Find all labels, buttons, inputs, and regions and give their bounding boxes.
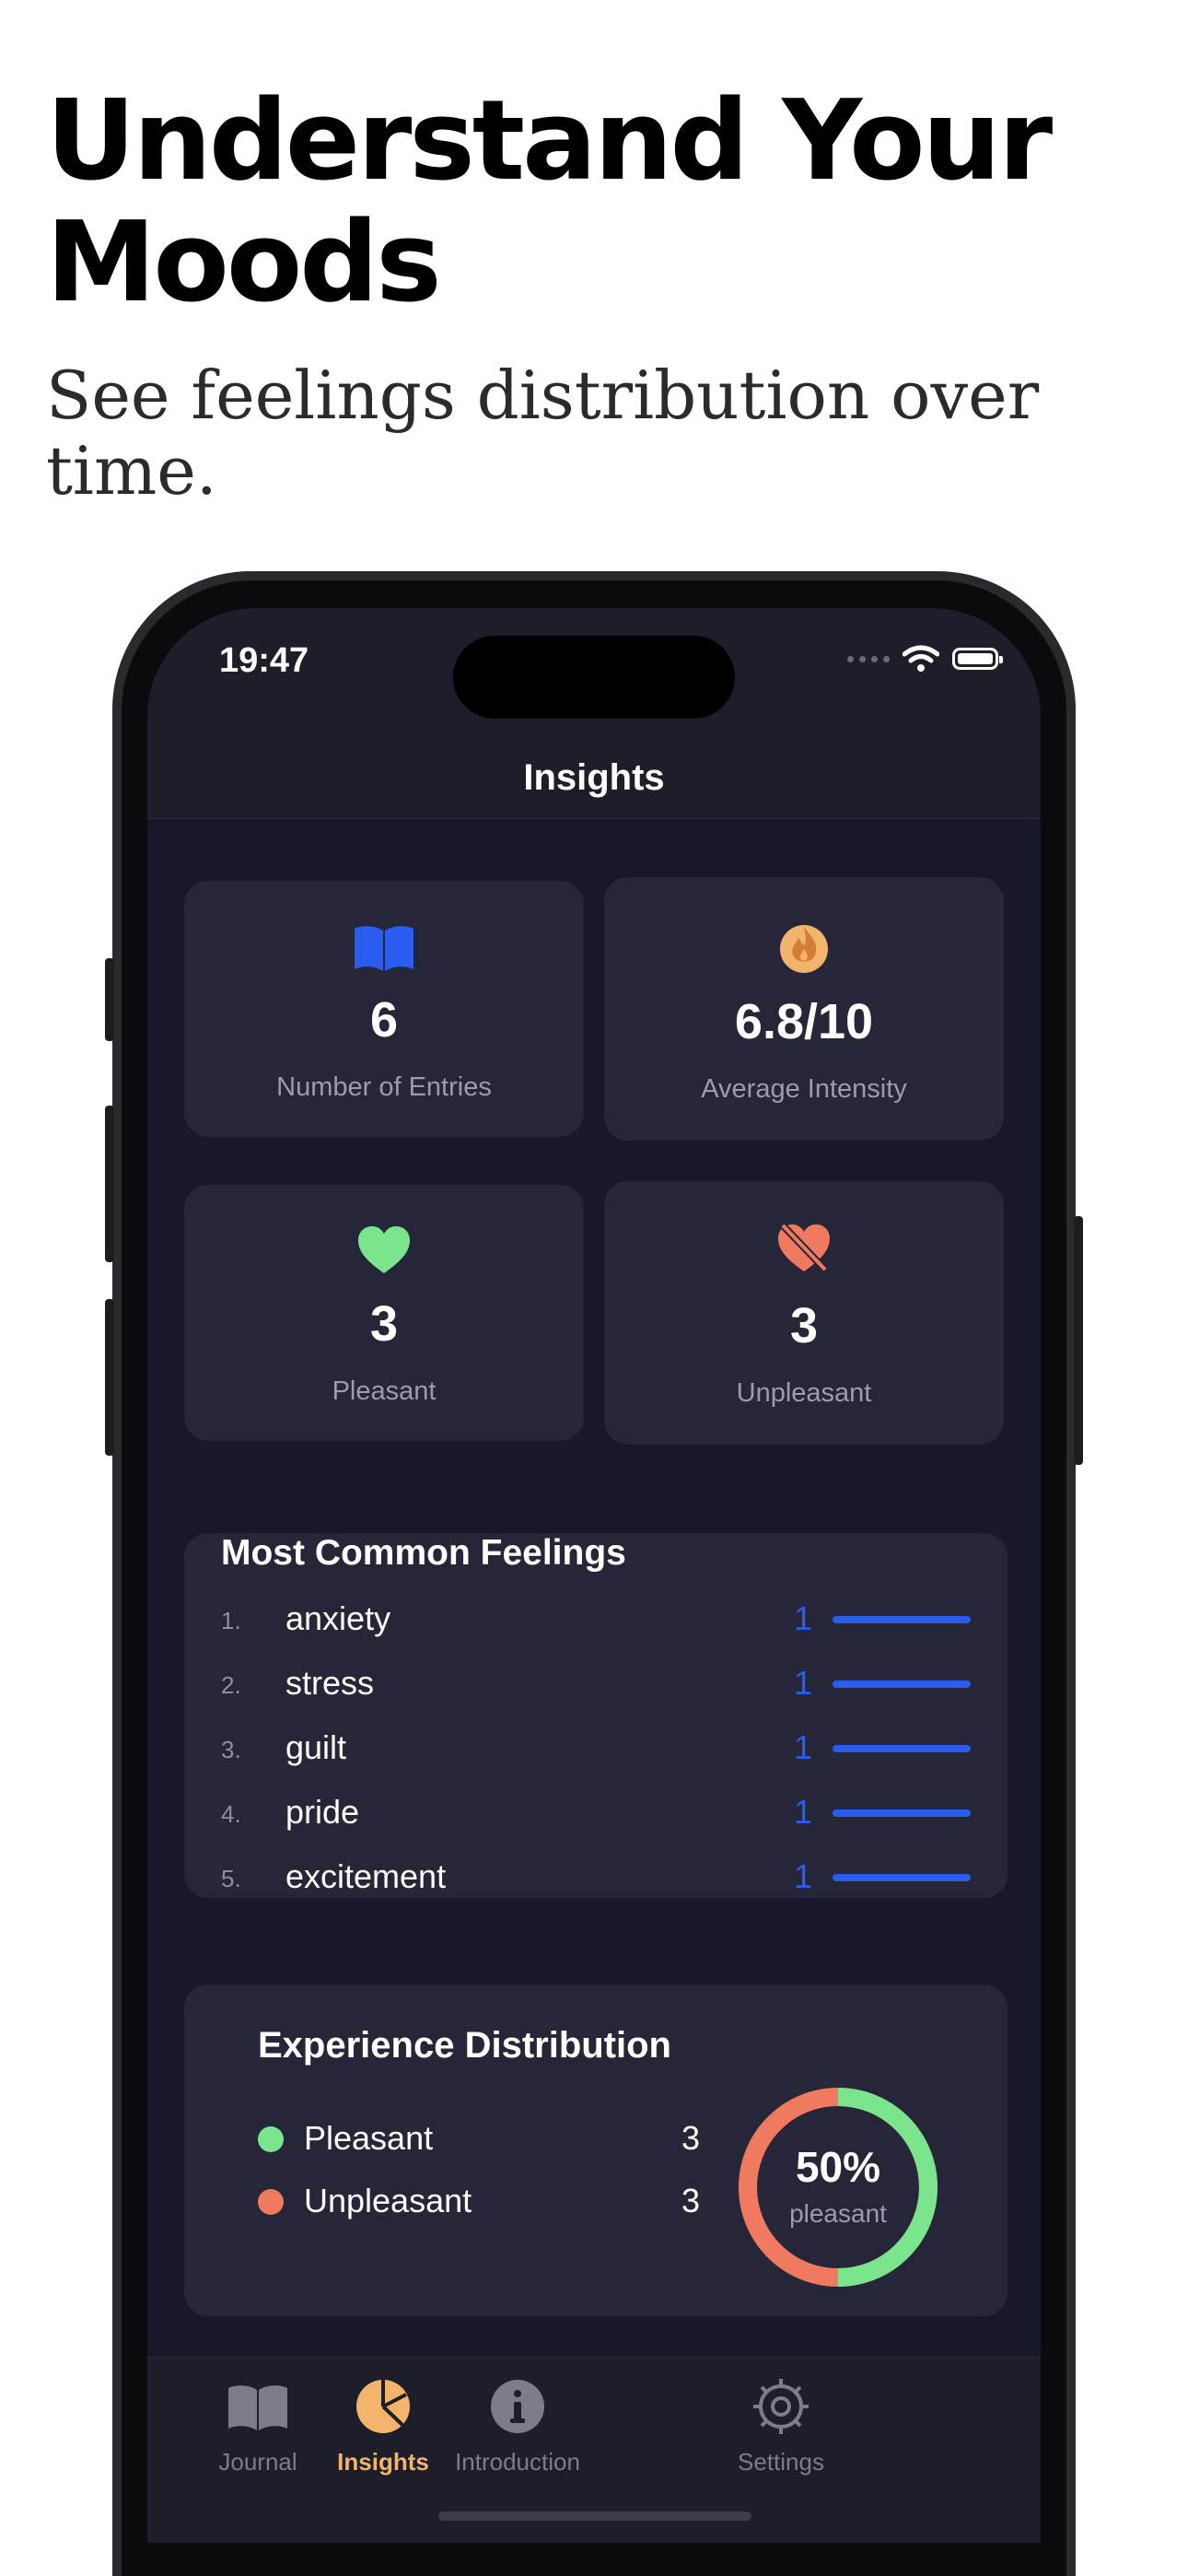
stat-card-entries: 6 Number of Entries: [184, 881, 584, 1137]
legend-dot: [258, 2126, 284, 2152]
feeling-rank: 5.: [221, 1865, 241, 1892]
feeling-count: 1: [793, 1857, 812, 1895]
home-indicator[interactable]: [438, 2512, 751, 2521]
info-icon: [491, 2380, 544, 2433]
feeling-bar: [833, 1680, 971, 1688]
phone-volume-down: [105, 1299, 114, 1456]
stat-card-unpleasant: 3 Unpleasant: [604, 1181, 1004, 1445]
legend-value: 3: [681, 2182, 700, 2219]
app-screen: 19:47 Insights 6 Number of Entries 6.8/1…: [147, 608, 1041, 2543]
stat-label: Average Intensity: [701, 1074, 907, 1104]
feeling-name: stress: [285, 1664, 375, 1702]
flame-icon: [780, 925, 828, 973]
common-feelings-card: Most Common Feelings 1. anxiety 1 2. str…: [184, 1533, 1007, 1898]
stat-label: Number of Entries: [276, 1072, 492, 1102]
page-title: Insights: [523, 757, 665, 798]
feeling-rank: 1.: [221, 1607, 241, 1634]
phone-mute-switch: [105, 958, 114, 1041]
promo-headline: Understand Your Moods: [46, 81, 1151, 324]
pie-chart-icon: [356, 2380, 410, 2433]
book-icon: [355, 926, 413, 971]
legend-dot: [258, 2189, 284, 2215]
stat-card-pleasant: 3 Pleasant: [184, 1185, 584, 1441]
feeling-bar: [833, 1809, 971, 1817]
feeling-bar: [833, 1616, 971, 1623]
legend-value: 3: [681, 2119, 700, 2157]
list-item[interactable]: 4. pride 1: [184, 1786, 1007, 1843]
stat-value: 6: [369, 992, 399, 1048]
feeling-rank: 2.: [221, 1671, 241, 1699]
legend-item-pleasant: Pleasant 3: [258, 2115, 700, 2161]
stat-label: Unpleasant: [736, 1378, 872, 1408]
feeling-name: excitement: [285, 1857, 447, 1895]
tab-introduction[interactable]: Introduction: [425, 2374, 610, 2494]
feeling-bar: [833, 1745, 971, 1752]
feeling-count: 1: [793, 1599, 812, 1637]
legend-name: Pleasant: [304, 2119, 434, 2157]
phone-power-button: [1074, 1216, 1083, 1465]
promo-headline-line1: Understand Your: [46, 77, 1053, 205]
list-item[interactable]: 3. guilt 1: [184, 1721, 1007, 1778]
feeling-name: pride: [285, 1793, 360, 1831]
promo-subtitle-line1: See feelings distribution over: [46, 357, 1040, 434]
feeling-bar: [833, 1874, 971, 1881]
battery-icon: [952, 648, 1003, 670]
legend-item-unpleasant: Unpleasant 3: [258, 2178, 700, 2224]
donut-percent: 50%: [796, 2143, 880, 2191]
list-item[interactable]: 1. anxiety 1: [184, 1592, 1007, 1649]
gear-icon: [753, 2379, 809, 2434]
navigation-bar: Insights: [147, 737, 1041, 819]
phone-volume-up: [105, 1106, 114, 1262]
feeling-count: 1: [793, 1664, 812, 1702]
feeling-name: anxiety: [285, 1599, 391, 1637]
status-bar: 19:47: [147, 608, 1041, 737]
tab-label: Settings: [738, 2448, 824, 2476]
tab-label: Introduction: [455, 2448, 580, 2476]
distribution-donut: 50% pleasant: [739, 2088, 938, 2287]
feeling-rank: 3.: [221, 1736, 241, 1763]
distribution-card: Experience Distribution Pleasant 3 Unple…: [184, 1985, 1007, 2316]
promo-subtitle-line2: time.: [46, 432, 217, 509]
list-item[interactable]: 2. stress 1: [184, 1657, 1007, 1714]
legend-name: Unpleasant: [304, 2182, 472, 2219]
stat-value: 6.8/10: [734, 994, 874, 1049]
section-title: Experience Distribution: [258, 2025, 671, 2066]
book-icon: [228, 2385, 287, 2430]
feeling-count: 1: [793, 1728, 812, 1766]
status-time: 19:47: [219, 641, 309, 680]
heart-slash-icon: [778, 1223, 830, 1272]
list-item[interactable]: 5. excitement 1: [184, 1850, 1007, 1898]
stat-label: Pleasant: [332, 1376, 437, 1406]
promo-headline-line2: Moods: [46, 199, 442, 327]
wifi-icon: [903, 645, 939, 672]
donut-label: pleasant: [789, 2199, 887, 2228]
feeling-rank: 4.: [221, 1800, 241, 1828]
stat-value: 3: [369, 1296, 399, 1352]
heart-icon: [358, 1226, 410, 1273]
stat-card-intensity: 6.8/10 Average Intensity: [604, 877, 1004, 1141]
dynamic-island: [453, 636, 735, 719]
promo-subtitle: See feelings distribution over time.: [46, 357, 1151, 509]
tab-settings[interactable]: Settings: [588, 2374, 974, 2494]
stat-value: 3: [789, 1298, 819, 1353]
status-icons: [847, 645, 1003, 673]
cellular-signal-icon: [847, 655, 890, 662]
feeling-name: guilt: [285, 1728, 347, 1766]
feeling-count: 1: [793, 1793, 812, 1831]
section-title: Most Common Feelings: [221, 1533, 626, 1573]
